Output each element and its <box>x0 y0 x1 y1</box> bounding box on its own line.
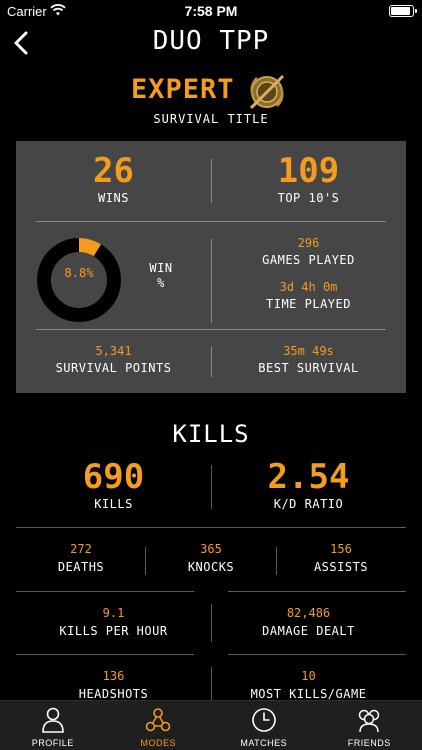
clock-icon <box>251 708 276 732</box>
knocks-value: 365 <box>200 542 222 556</box>
battery-icon <box>389 5 417 17</box>
tab-friends[interactable]: FRIENDS <box>317 701 422 750</box>
most-kills-label: MOST KILLS/GAME <box>250 687 367 701</box>
rank-name: EXPERT <box>131 74 235 105</box>
survival-stats-card: 26 WINS 109 TOP 10'S 8.8% WIN % 296 GAME… <box>16 141 406 393</box>
divider <box>36 329 386 330</box>
survival-points-value: 5,341 <box>95 344 132 358</box>
rank-badge-icon <box>249 74 285 110</box>
win-percent-value: 8.8% <box>64 266 94 280</box>
person-icon <box>41 707 64 733</box>
tab-profile[interactable]: PROFILE <box>0 701 106 750</box>
win-percent-label-line2: % <box>157 276 165 290</box>
best-survival-label: BEST SURVIVAL <box>258 361 359 375</box>
win-percent-donut <box>37 238 121 322</box>
kills-value: 690 <box>82 457 145 497</box>
tab-friends-label: FRIENDS <box>347 738 391 748</box>
divider <box>36 221 386 222</box>
divider <box>16 527 406 528</box>
kills-section-title: KILLS <box>172 420 250 448</box>
kills-per-hour-label: KILLS PER HOUR <box>59 624 168 638</box>
kd-ratio-value: 2.54 <box>267 457 350 497</box>
assists-label: ASSISTS <box>313 560 369 574</box>
tab-modes-label: MODES <box>140 738 176 748</box>
win-percent-label-line1: WIN <box>149 261 173 275</box>
tab-profile-label: PROFILE <box>31 738 74 748</box>
deaths-label: DEATHS <box>57 560 105 574</box>
games-played-label: GAMES PLAYED <box>262 253 355 267</box>
headshots-value: 136 <box>102 669 125 683</box>
assists-value: 156 <box>330 542 352 556</box>
divider <box>228 591 406 592</box>
damage-dealt-value: 82,486 <box>286 606 331 620</box>
survival-points-label: SURVIVAL POINTS <box>55 361 172 375</box>
headshots-label: HEADSHOTS <box>78 687 149 701</box>
tab-matches[interactable]: MATCHES <box>211 701 317 750</box>
tab-modes[interactable]: MODES <box>106 701 212 750</box>
damage-dealt-label: DAMAGE DEALT <box>262 624 355 638</box>
deaths-value: 272 <box>70 542 92 556</box>
wins-label: WINS <box>98 191 129 205</box>
divider <box>16 654 194 655</box>
games-played-value: 296 <box>297 236 320 250</box>
divider <box>228 654 406 655</box>
friends-icon <box>359 709 380 733</box>
kills-label: KILLS <box>94 497 133 511</box>
rank-row: EXPERT <box>0 72 422 112</box>
status-time: 7:58 PM <box>184 3 238 19</box>
tab-bar: PROFILE MODES MATCHES FRIENDS <box>0 700 422 750</box>
kills-per-hour-value: 9.1 <box>102 606 125 620</box>
knocks-label: KNOCKS <box>187 560 235 574</box>
tab-matches-label: MATCHES <box>240 738 288 748</box>
top10-label: TOP 10'S <box>277 191 340 205</box>
divider <box>16 591 194 592</box>
most-kills-value: 10 <box>301 669 316 683</box>
modes-icon <box>145 708 171 732</box>
wins-value: 26 <box>93 151 134 191</box>
time-played-value: 3d 4h 0m <box>279 280 338 294</box>
rank-subtitle: SURVIVAL TITLE <box>153 112 269 126</box>
kd-ratio-label: K/D RATIO <box>273 497 344 511</box>
best-survival-value: 35m 49s <box>283 344 334 358</box>
page-title: DUO TPP <box>152 26 270 56</box>
status-bar: Carrier 7:58 PM <box>0 0 422 22</box>
top10-value: 109 <box>277 151 340 191</box>
time-played-label: TIME PLAYED <box>266 297 351 311</box>
